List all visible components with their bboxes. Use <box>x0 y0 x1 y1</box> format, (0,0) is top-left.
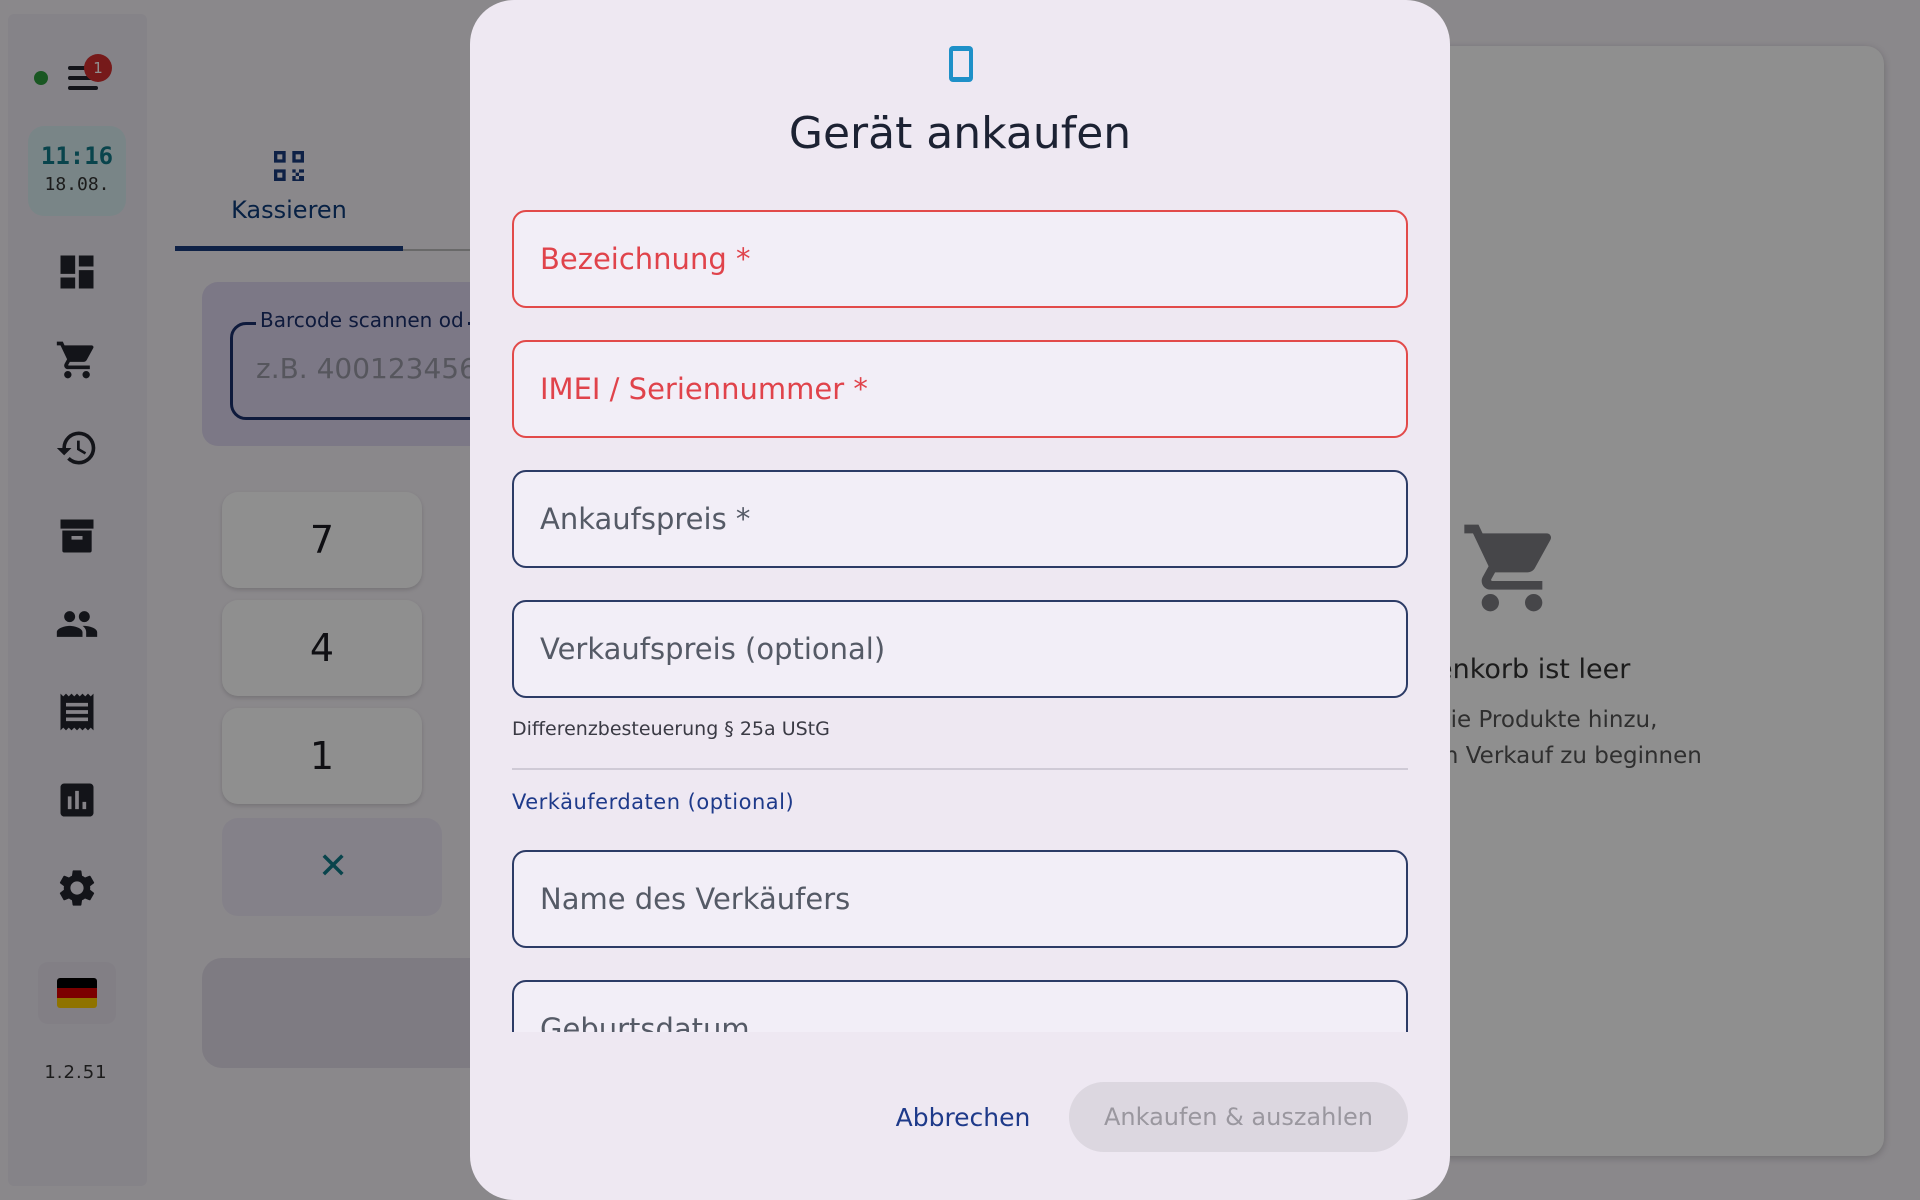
birth-date-field[interactable]: Geburtsdatum <box>512 980 1408 1032</box>
name-field-placeholder: Bezeichnung * <box>540 242 751 276</box>
buy-and-pay-button[interactable]: Ankaufen & auszahlen <box>1069 1082 1408 1152</box>
dialog-title: Gerät ankaufen <box>788 108 1132 159</box>
seller-name-field[interactable]: Name des Verkäufers <box>512 850 1408 948</box>
name-field[interactable]: Bezeichnung * <box>512 210 1408 308</box>
section-divider <box>512 768 1408 770</box>
cancel-button[interactable]: Abbrechen <box>888 1082 1038 1152</box>
buy-device-dialog: Gerät ankaufen Bezeichnung * IMEI / Seri… <box>470 0 1450 1200</box>
tax-hint: Differenzbesteuerung § 25a UStG <box>512 718 830 740</box>
scroll-clip: Geburtsdatum <box>470 960 1450 1032</box>
sale-price-placeholder: Verkaufspreis (optional) <box>540 632 886 666</box>
imei-field[interactable]: IMEI / Seriennummer * <box>512 340 1408 438</box>
purchase-price-field[interactable]: Ankaufspreis * <box>512 470 1408 568</box>
smartphone-icon <box>945 44 977 84</box>
sale-price-field[interactable]: Verkaufspreis (optional) <box>512 600 1408 698</box>
imei-field-placeholder: IMEI / Seriennummer * <box>540 372 868 406</box>
purchase-price-placeholder: Ankaufspreis * <box>540 502 751 536</box>
seller-section-title: Verkäuferdaten (optional) <box>512 790 795 814</box>
birth-date-placeholder: Geburtsdatum <box>540 1012 750 1032</box>
seller-name-placeholder: Name des Verkäufers <box>540 882 851 916</box>
